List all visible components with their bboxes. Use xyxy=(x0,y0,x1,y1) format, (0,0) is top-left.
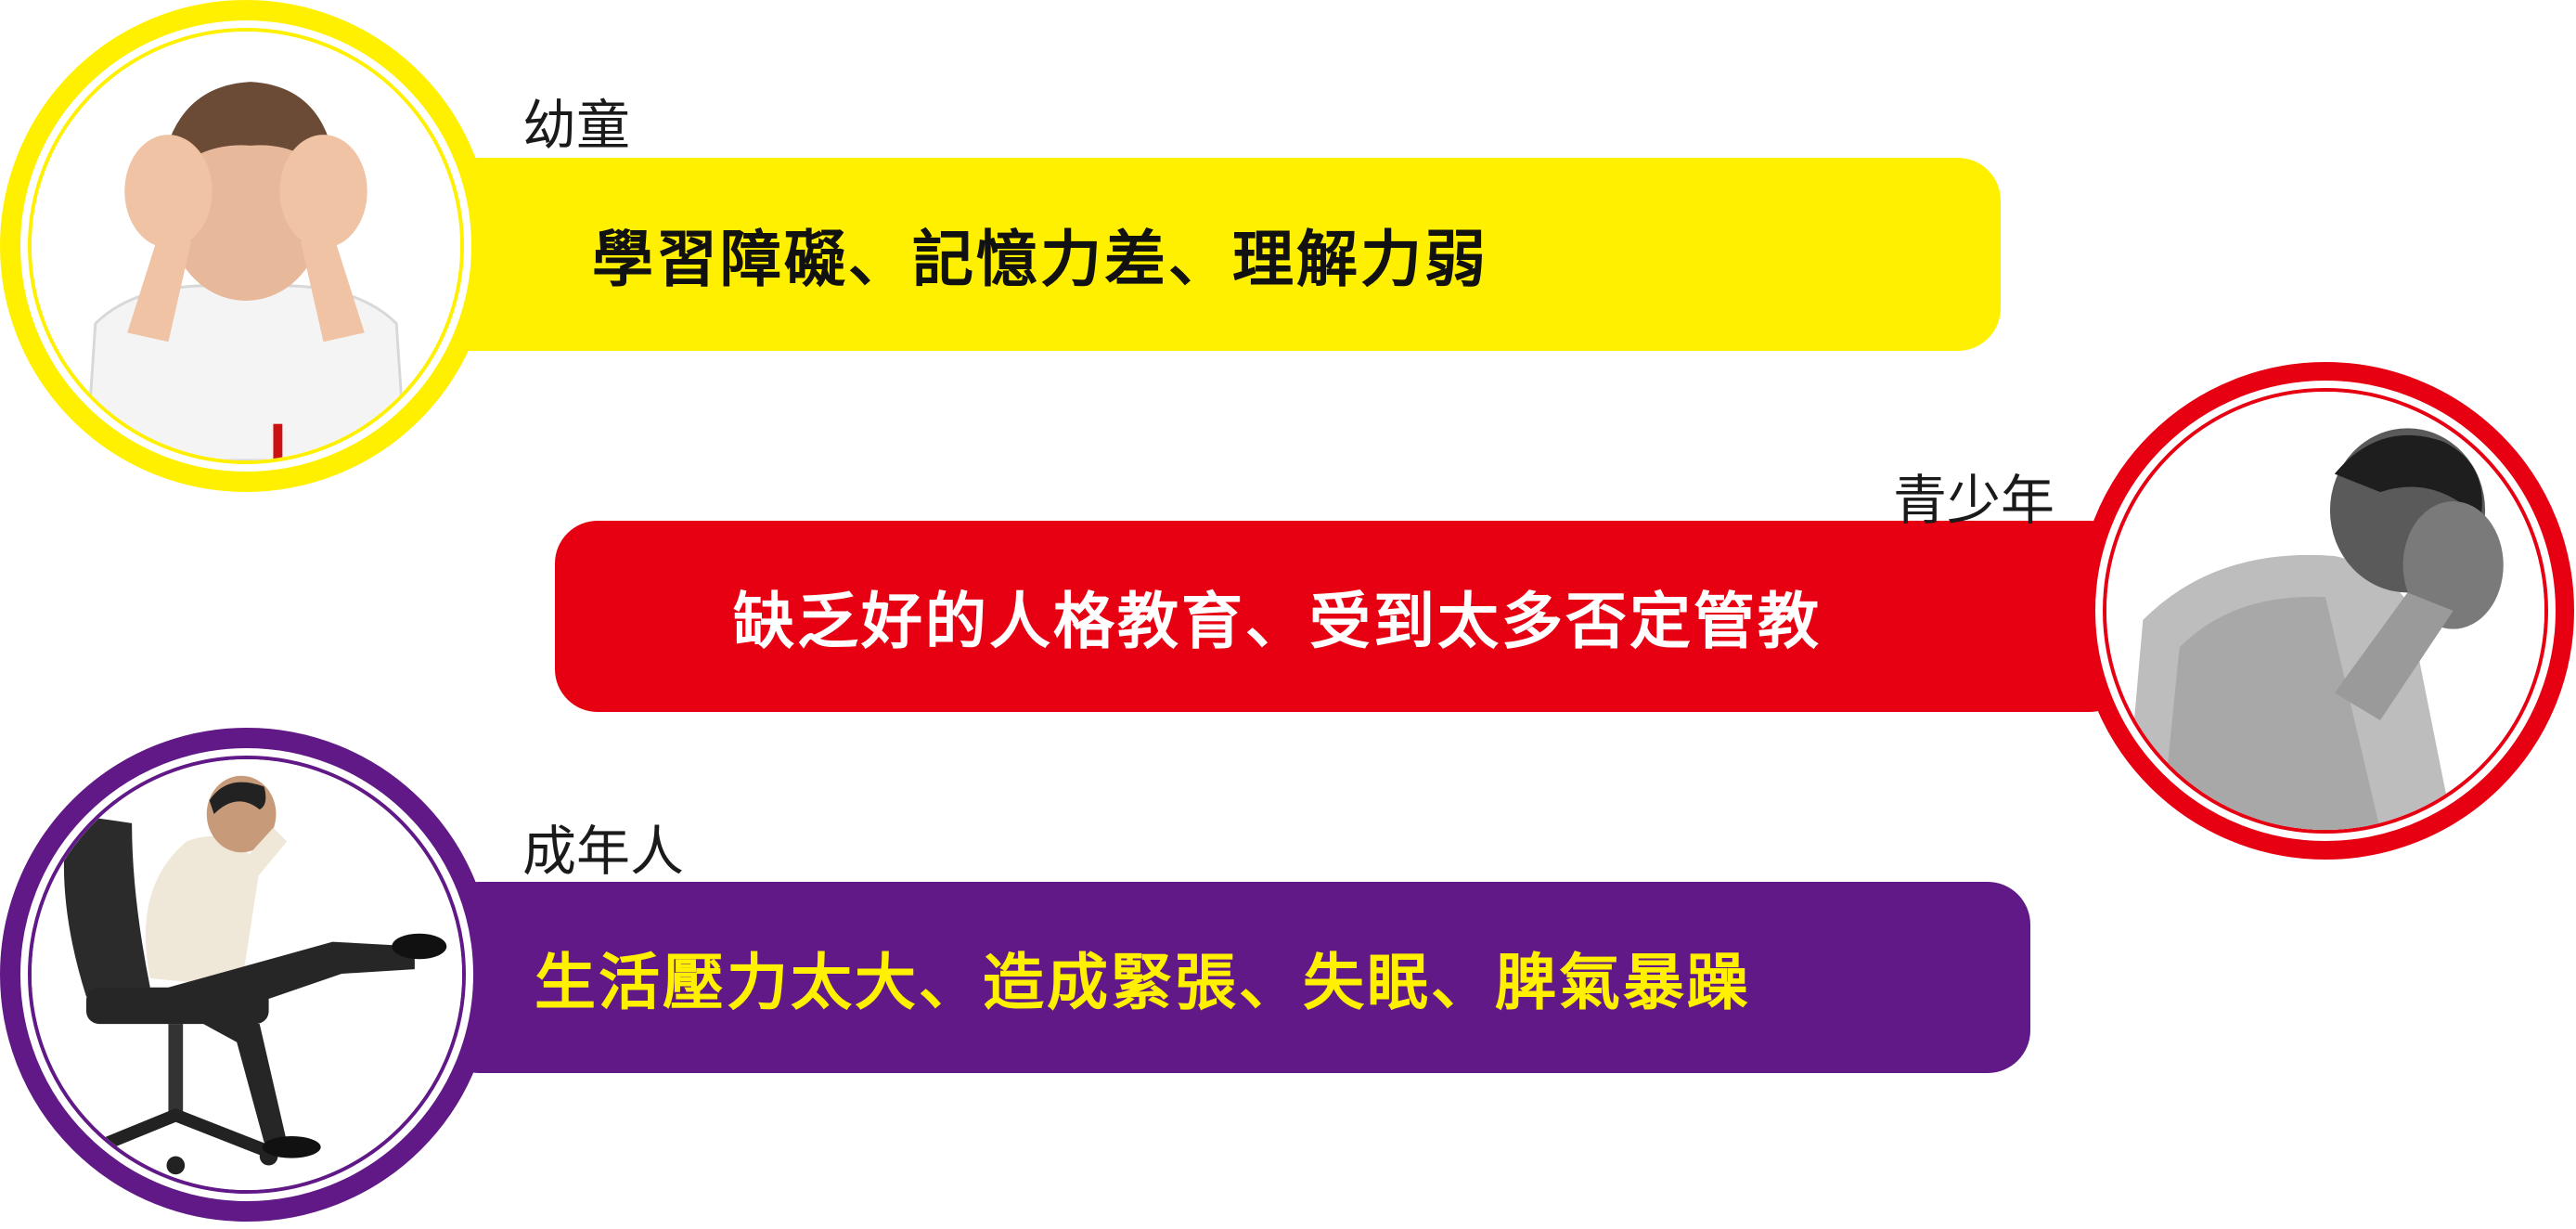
label-teen: 青少年 xyxy=(1893,469,2055,532)
child-holding-head-icon xyxy=(28,28,464,464)
label-adult: 成年人 xyxy=(522,820,685,883)
banner-teen: 缺乏好的人格教育、受到太多否定管教 xyxy=(555,521,2132,712)
circle-teen xyxy=(2077,362,2574,860)
banner-teen-text: 缺乏好的人格教育、受到太多否定管教 xyxy=(733,586,1822,657)
label-child: 幼童 xyxy=(522,94,631,157)
stressed-man-on-chair-icon xyxy=(28,756,466,1194)
banner-adult: 生活壓力太大、造成緊張、失眠、脾氣暴躁 xyxy=(436,882,2030,1073)
circle-adult xyxy=(0,728,494,1222)
banner-child-text: 學習障礙、記憶力差、理解力弱 xyxy=(592,224,1488,295)
banner-child: 學習障礙、記憶力差、理解力弱 xyxy=(353,158,2001,351)
circle-child xyxy=(0,0,492,492)
banner-adult-text: 生活壓力太大、造成緊張、失眠、脾氣暴躁 xyxy=(535,947,1751,1018)
teen-face-in-hands-icon xyxy=(2103,388,2548,834)
